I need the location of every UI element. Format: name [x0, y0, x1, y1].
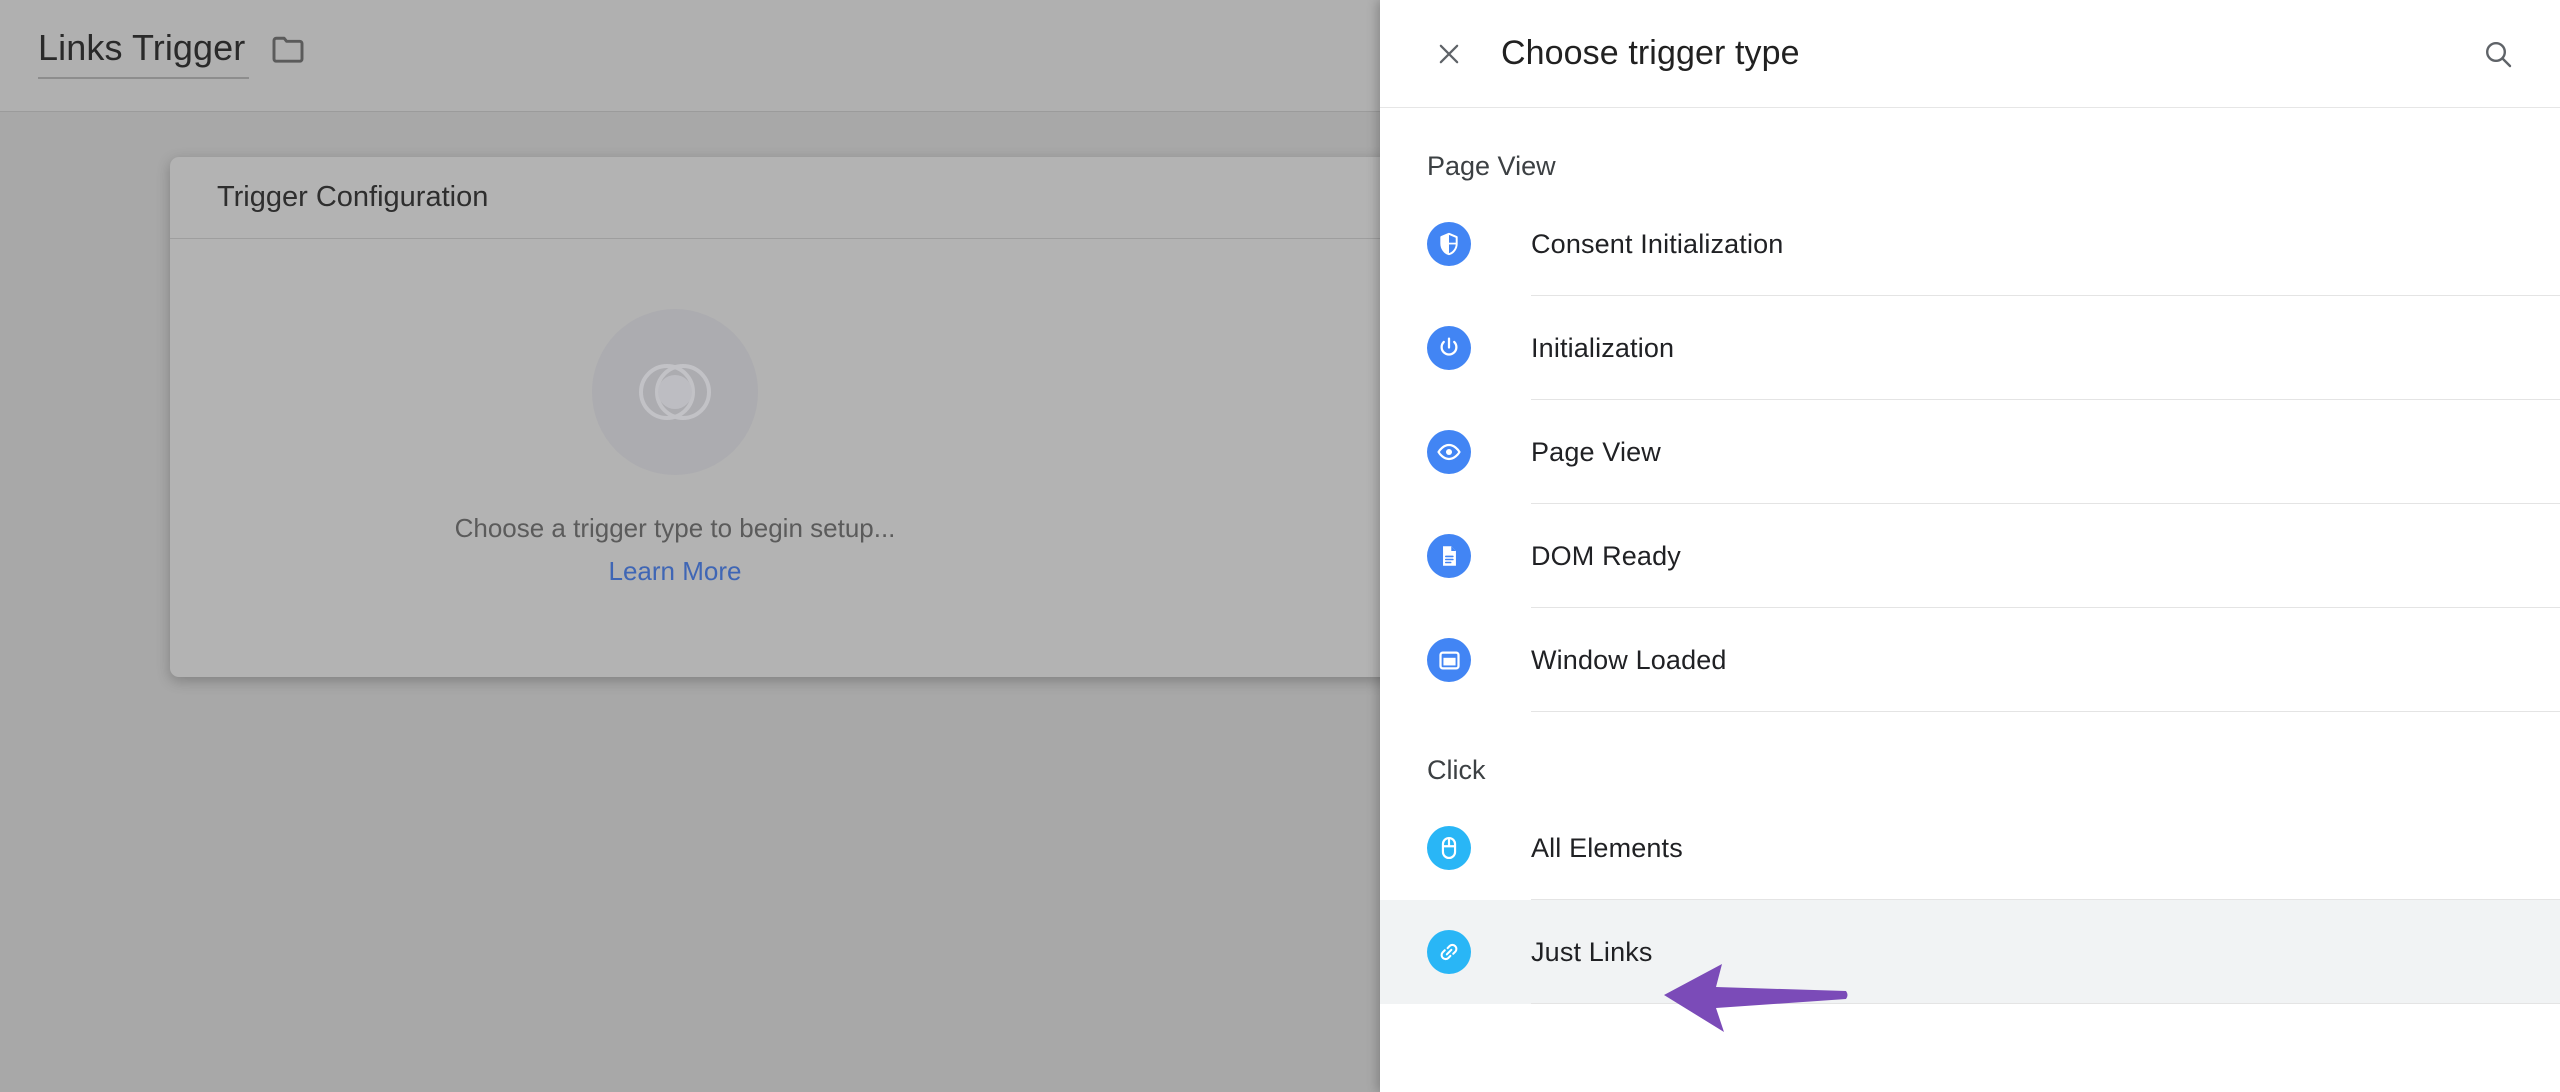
learn-more-link[interactable]: Learn More — [609, 556, 742, 587]
trigger-configuration-card: Trigger Configuration Choose a trigger t… — [170, 157, 1380, 677]
panel-header: Choose trigger type — [1380, 0, 2560, 108]
trigger-option-label: Consent Initialization — [1531, 228, 1784, 259]
trigger-option-initialization[interactable]: Initialization — [1380, 296, 2560, 400]
trigger-option-consent-initialization[interactable]: Consent Initialization — [1380, 192, 2560, 296]
background-title-area: Links Trigger — [38, 26, 305, 79]
trigger-option-label: Initialization — [1531, 332, 1675, 363]
row-divider — [1531, 711, 2560, 712]
link-icon — [1427, 930, 1471, 974]
background-page: Links Trigger Trigger Configuration Choo… — [0, 0, 1380, 1092]
overlapping-circles-icon — [592, 309, 758, 475]
section-heading-page-view: Page View — [1427, 151, 1556, 181]
trigger-option-just-links[interactable]: Just Links — [1380, 900, 2560, 1004]
empty-state: Choose a trigger type to begin setup... … — [170, 309, 1180, 587]
trigger-option-label: DOM Ready — [1531, 540, 1681, 571]
trigger-option-all-elements[interactable]: All Elements — [1380, 796, 2560, 900]
power-icon — [1427, 326, 1471, 370]
trigger-type-list: Page View Consent Initialization Initial… — [1380, 108, 2560, 1092]
row-divider — [1531, 1003, 2560, 1004]
mouse-icon — [1427, 826, 1471, 870]
trigger-option-label: Window Loaded — [1531, 644, 1727, 675]
card-header: Trigger Configuration — [170, 157, 1380, 239]
close-icon[interactable] — [1427, 32, 1471, 76]
shield-icon — [1427, 222, 1471, 266]
window-icon — [1427, 638, 1471, 682]
trigger-option-window-loaded[interactable]: Window Loaded — [1380, 608, 2560, 712]
eye-icon — [1427, 430, 1471, 474]
search-icon[interactable] — [2476, 32, 2520, 76]
folder-icon[interactable] — [271, 36, 305, 64]
trigger-option-dom-ready[interactable]: DOM Ready — [1380, 504, 2560, 608]
card-body: Choose a trigger type to begin setup... … — [170, 239, 1380, 677]
document-icon — [1427, 534, 1471, 578]
choose-trigger-type-panel: Choose trigger type Page View Consent In… — [1380, 0, 2560, 1092]
page-title[interactable]: Links Trigger — [38, 26, 250, 79]
section-heading-click: Click — [1427, 755, 1486, 785]
empty-state-message: Choose a trigger type to begin setup... — [454, 513, 896, 543]
trigger-option-label: Page View — [1531, 436, 1661, 467]
trigger-option-page-view[interactable]: Page View — [1380, 400, 2560, 504]
panel-title: Choose trigger type — [1501, 34, 1800, 72]
group-click: Click All Elements Just Links — [1380, 712, 2560, 1004]
trigger-option-label: All Elements — [1531, 832, 1683, 863]
group-page-view: Page View Consent Initialization Initial… — [1380, 108, 2560, 712]
screen-root: Links Trigger Trigger Configuration Choo… — [0, 0, 2560, 1092]
card-title: Trigger Configuration — [217, 181, 489, 213]
trigger-option-label: Just Links — [1531, 936, 1653, 967]
